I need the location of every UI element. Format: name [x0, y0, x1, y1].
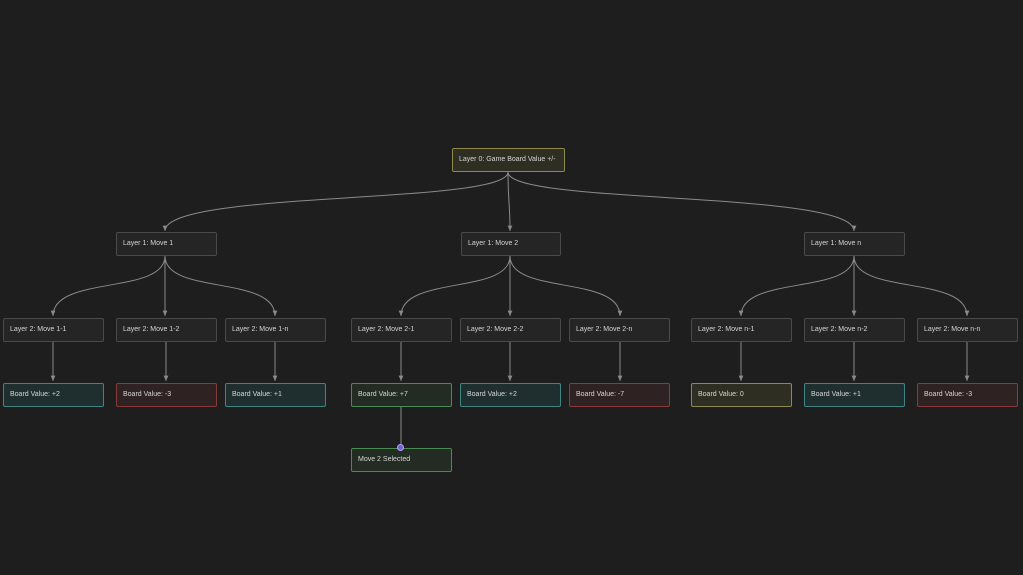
layer1-move-2-node[interactable]: Layer 1: Move 2	[461, 232, 561, 256]
move-selected-node[interactable]: Move 2 Selected	[351, 448, 452, 472]
edge-moven-moven1	[738, 255, 855, 317]
layer2-move-n-n-node[interactable]: Layer 2: Move n-n	[917, 318, 1018, 342]
edge-move1-move1n	[164, 255, 278, 317]
edge-move2-move21	[398, 255, 511, 317]
layer2-move-n-2-node[interactable]: Layer 2: Move n-2	[804, 318, 905, 342]
edge-root-move2	[507, 171, 513, 232]
layer2-move-1-n-node[interactable]: Layer 2: Move 1-n	[225, 318, 326, 342]
layer1-move-n-node[interactable]: Layer 1: Move n	[804, 232, 905, 256]
root-node[interactable]: Layer 0: Game Board Value +/-	[452, 148, 565, 172]
board-value-1-n-node[interactable]: Board Value: +1	[225, 383, 326, 407]
layer2-move-1-2-node[interactable]: Layer 2: Move 1-2	[116, 318, 217, 342]
layer2-move-2-n-node[interactable]: Layer 2: Move 2-n	[569, 318, 670, 342]
layer2-move-2-2-node[interactable]: Layer 2: Move 2-2	[460, 318, 561, 342]
edge-root-move1	[162, 171, 509, 232]
edge-root-moven	[507, 171, 857, 232]
board-value-2-n-node[interactable]: Board Value: -7	[569, 383, 670, 407]
board-value-2-1-node[interactable]: Board Value: +7	[351, 383, 452, 407]
edges-layer	[50, 171, 970, 444]
board-value-n-n-node[interactable]: Board Value: -3	[917, 383, 1018, 407]
board-value-n-2-node[interactable]: Board Value: +1	[804, 383, 905, 407]
connection-handle[interactable]	[397, 444, 404, 451]
edge-move1-move11	[50, 255, 166, 317]
edge-move2-move2n	[509, 255, 623, 317]
layer2-move-1-1-node[interactable]: Layer 2: Move 1-1	[3, 318, 104, 342]
board-value-1-2-node[interactable]: Board Value: -3	[116, 383, 217, 407]
board-value-1-1-node[interactable]: Board Value: +2	[3, 383, 104, 407]
layer2-move-2-1-node[interactable]: Layer 2: Move 2-1	[351, 318, 452, 342]
layer2-move-n-1-node[interactable]: Layer 2: Move n-1	[691, 318, 792, 342]
edge-moven-movenn	[853, 255, 970, 317]
board-value-n-1-node[interactable]: Board Value: 0	[691, 383, 792, 407]
board-value-2-2-node[interactable]: Board Value: +2	[460, 383, 561, 407]
layer1-move-1-node[interactable]: Layer 1: Move 1	[116, 232, 217, 256]
